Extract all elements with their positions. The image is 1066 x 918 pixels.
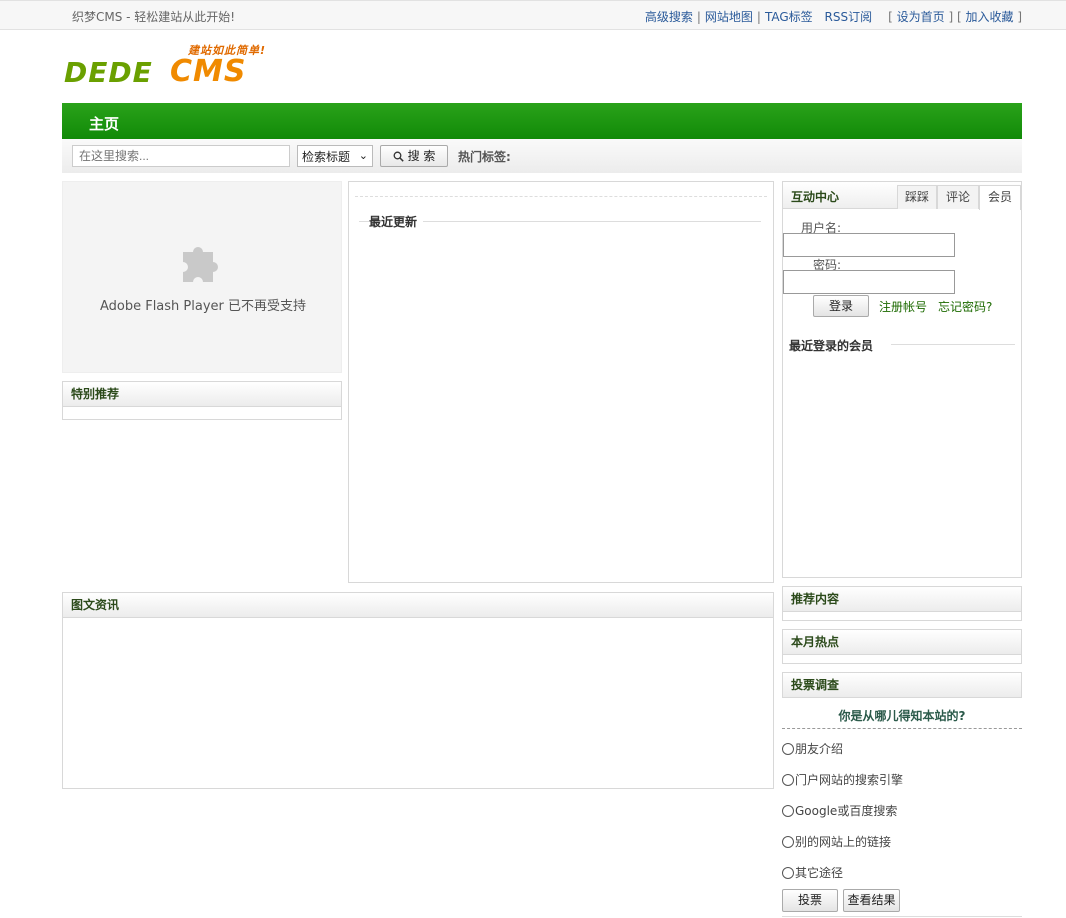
chevron-down-icon: ⌄ bbox=[358, 149, 368, 162]
logo-text-cms: CMS bbox=[170, 54, 247, 89]
login-button[interactable]: 登录 bbox=[813, 295, 869, 317]
poll-option[interactable]: 门户网站的搜索引擎 bbox=[782, 771, 903, 788]
month-hot-panel: 本月热点 bbox=[782, 629, 1022, 664]
radio-button[interactable] bbox=[782, 805, 794, 817]
set-home-link[interactable]: 设为首页 bbox=[897, 10, 945, 24]
vote-button[interactable]: 投票 bbox=[782, 889, 838, 912]
site-logo[interactable]: 建站如此简单! DEDE CMS bbox=[62, 40, 282, 96]
logo-text-dede: DEDE bbox=[64, 56, 153, 89]
search-bar: 检索标题 ⌄ 搜 索 热门标签: bbox=[62, 139, 1022, 173]
hot-tags-label: 热门标签: bbox=[458, 150, 511, 164]
divider bbox=[891, 344, 1015, 345]
view-results-button[interactable]: 查看结果 bbox=[843, 889, 900, 912]
search-icon bbox=[393, 148, 404, 168]
interaction-center-panel: 互动中心 踩踩 评论 会员 用户名: 密码: 登录 注册帐号 忘记密码? 最近登… bbox=[782, 181, 1022, 578]
username-field[interactable] bbox=[783, 233, 955, 257]
poll-question: 你是从哪儿得知本站的? bbox=[838, 709, 966, 723]
tab-comments[interactable]: 评论 bbox=[937, 185, 979, 209]
latest-updates-panel: 最近更新 bbox=[348, 181, 774, 583]
main-nav: 主页 bbox=[62, 103, 1022, 139]
poll-option-label: 朋友介绍 bbox=[795, 742, 844, 756]
special-recommend-panel: 特别推荐 bbox=[62, 381, 342, 420]
poll-option-label: 其它途径 bbox=[795, 866, 844, 880]
tab-members[interactable]: 会员 bbox=[979, 185, 1021, 210]
picture-news-panel: 图文资讯 bbox=[62, 592, 774, 789]
recent-members-title: 最近登录的会员 bbox=[789, 337, 884, 354]
search-button-label: 搜 索 bbox=[407, 149, 436, 163]
poll-option[interactable]: Google或百度搜索 bbox=[782, 802, 897, 819]
divider bbox=[782, 728, 1022, 729]
search-type-select[interactable]: 检索标题 ⌄ bbox=[297, 145, 373, 167]
register-link[interactable]: 注册帐号 bbox=[879, 298, 927, 315]
radio-button[interactable] bbox=[782, 836, 794, 848]
nav-item-home[interactable]: 主页 bbox=[89, 113, 119, 134]
tag-link[interactable]: TAG标签 bbox=[765, 10, 813, 24]
divider bbox=[355, 196, 767, 197]
sitemap-link[interactable]: 网站地图 bbox=[705, 10, 753, 24]
rss-link[interactable]: RSS订阅 bbox=[825, 10, 873, 24]
interaction-tabs: 互动中心 踩踩 评论 会员 bbox=[783, 182, 1021, 210]
radio-button[interactable] bbox=[782, 774, 794, 786]
recommend-content-title: 推荐内容 bbox=[783, 587, 1021, 612]
radio-button[interactable] bbox=[782, 867, 794, 879]
special-recommend-title: 特别推荐 bbox=[63, 382, 341, 407]
poll-option-label: 门户网站的搜索引擎 bbox=[795, 773, 904, 787]
interaction-title: 互动中心 bbox=[791, 190, 840, 204]
picture-news-title: 图文资讯 bbox=[63, 593, 773, 618]
flash-placeholder: Adobe Flash Player 已不再受支持 bbox=[62, 181, 342, 373]
recommend-content-panel: 推荐内容 bbox=[782, 586, 1022, 621]
search-input[interactable] bbox=[72, 145, 290, 167]
month-hot-title: 本月热点 bbox=[783, 630, 1021, 655]
top-bar: 织梦CMS - 轻松建站从此开始! 高级搜索 | 网站地图 | TAG标签 RSS订阅[… bbox=[0, 0, 1066, 30]
forgot-password-link[interactable]: 忘记密码? bbox=[938, 298, 992, 315]
top-links: 高级搜索 | 网站地图 | TAG标签 RSS订阅[ 设为首页 ] [ 加入收藏 ] bbox=[644, 10, 1022, 24]
poll-option-label: 别的网站上的链接 bbox=[795, 835, 892, 849]
poll-option-label: Google或百度搜索 bbox=[795, 804, 898, 818]
poll-panel: 投票调查 你是从哪儿得知本站的? 朋友介绍 门户网站的搜索引擎 Google或百… bbox=[782, 672, 1022, 918]
welcome-text: 织梦CMS - 轻松建站从此开始! bbox=[72, 10, 236, 24]
poll-title: 投票调查 bbox=[782, 672, 1022, 698]
password-field[interactable] bbox=[783, 270, 955, 294]
tab-cai[interactable]: 踩踩 bbox=[897, 185, 937, 209]
flash-message: Adobe Flash Player 已不再受支持 bbox=[99, 299, 307, 314]
poll-option[interactable]: 朋友介绍 bbox=[782, 740, 843, 757]
search-type-value: 检索标题 bbox=[302, 150, 351, 164]
poll-option[interactable]: 其它途径 bbox=[782, 864, 843, 881]
poll-option[interactable]: 别的网站上的链接 bbox=[782, 833, 891, 850]
radio-button[interactable] bbox=[782, 743, 794, 755]
advanced-search-link[interactable]: 高级搜索 bbox=[645, 10, 693, 24]
add-favorite-link[interactable]: 加入收藏 bbox=[965, 10, 1013, 24]
latest-updates-title: 最近更新 bbox=[369, 213, 424, 230]
divider bbox=[782, 916, 1022, 917]
plugin-puzzle-icon bbox=[179, 236, 229, 286]
search-button[interactable]: 搜 索 bbox=[380, 145, 448, 167]
